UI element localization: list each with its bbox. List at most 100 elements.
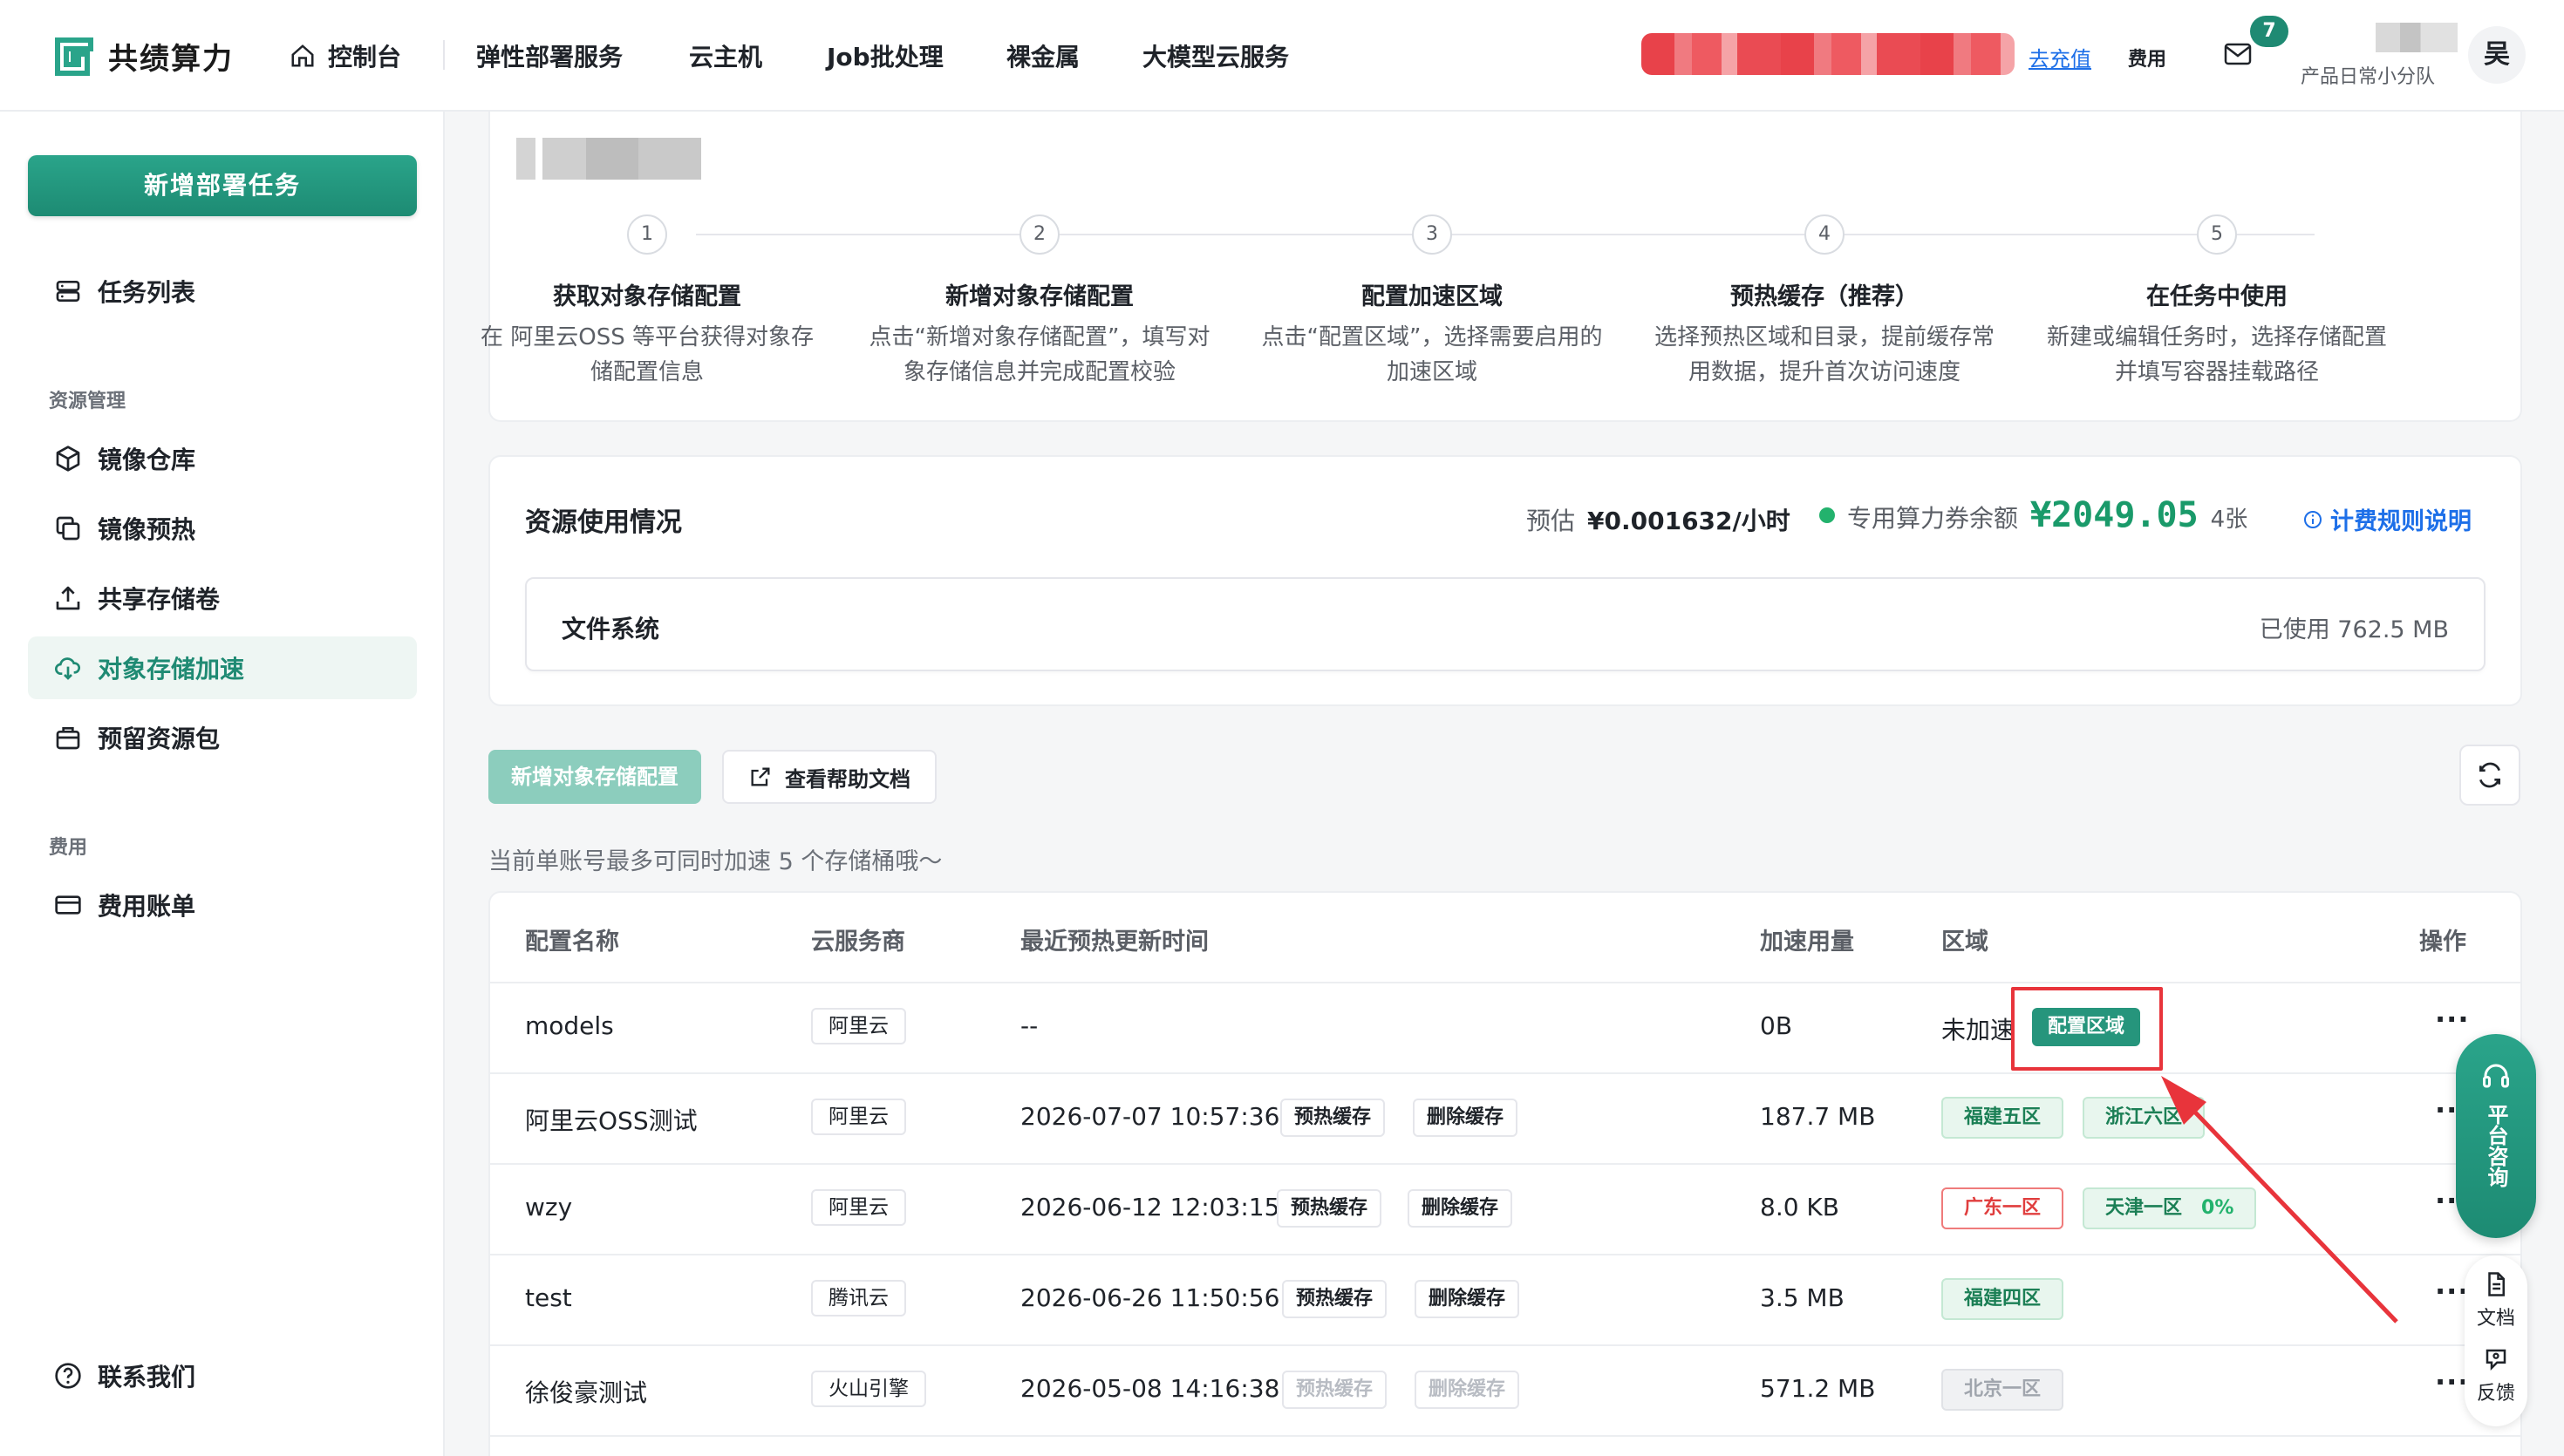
estimate-label: 预估: [1526, 507, 1576, 535]
warm-cache-button[interactable]: 预热缓存: [1282, 1280, 1388, 1318]
sidebar-item-shared-volume[interactable]: 共享存储卷: [28, 567, 417, 629]
sidebar-item-image-registry[interactable]: 镜像仓库: [28, 427, 417, 490]
sidebar-group-resource: 资源管理: [49, 391, 126, 412]
sidebar-item-label: 对象存储加速: [98, 655, 245, 684]
annotation-highlight-box: [2011, 987, 2163, 1071]
coupon-balance: 专用算力券余额 ¥2049.05 4张: [1819, 495, 2247, 535]
step-title: 预热缓存（推荐）: [1730, 283, 1919, 310]
headset-icon: [2483, 1064, 2509, 1088]
nav-fee-link[interactable]: 费用: [2128, 44, 2166, 71]
redacted-username: [2376, 23, 2458, 52]
platform-consult-button[interactable]: 平台咨询: [2456, 1034, 2536, 1238]
vendor-tag: 火山引擎: [811, 1371, 926, 1407]
col-header-name: 配置名称: [525, 929, 619, 956]
cell-name: wzy: [525, 1193, 573, 1221]
upload-icon: [56, 586, 80, 610]
new-deploy-task-button[interactable]: 新增部署任务: [28, 155, 417, 216]
col-header-usage: 加速用量: [1760, 929, 1854, 956]
step-title: 获取对象存储配置: [553, 283, 741, 310]
step-5: 5 在任务中使用 新建或编辑任务时，选择存储配置并填写容器挂载路径: [2034, 214, 2400, 390]
warm-cache-button[interactable]: 预热缓存: [1280, 1099, 1386, 1137]
user-avatar[interactable]: 吴: [2468, 26, 2526, 84]
billing-rules-link[interactable]: 计费规则说明: [2302, 502, 2472, 536]
help-doc-button[interactable]: 查看帮助文档: [722, 750, 937, 804]
redacted-balance: [1641, 33, 2015, 75]
billing-rules-label: 计费规则说明: [2330, 508, 2472, 535]
team-name[interactable]: 产品日常小分队: [2301, 61, 2435, 89]
package-icon: [56, 727, 80, 750]
resource-usage-card: 资源使用情况 预估 ¥0.001632/小时 专用算力券余额 ¥2049.05 4…: [488, 455, 2522, 706]
vendor-tag: 腾讯云: [811, 1280, 906, 1317]
cube-icon: [56, 446, 80, 472]
sidebar-item-label: 联系我们: [98, 1363, 196, 1391]
delete-cache-button[interactable]: 删除缓存: [1408, 1189, 1513, 1228]
step-number: 3: [1412, 214, 1452, 255]
nav-elastic-deploy[interactable]: 弹性部署服务: [476, 38, 623, 73]
vendor-tag: 阿里云: [811, 1189, 906, 1226]
step-title: 在任务中使用: [2146, 283, 2288, 310]
step-3: 3 配置加速区域 点击“配置区域”，选择需要启用的加速区域: [1249, 214, 1615, 390]
coupon-label: 专用算力券余额: [1847, 504, 2019, 533]
delete-cache-button[interactable]: 删除缓存: [1415, 1280, 1520, 1318]
cell-usage: 3.5 MB: [1760, 1283, 1845, 1312]
consult-label: 平台咨询: [2484, 1104, 2508, 1187]
cell-name: 徐俊豪测试: [525, 1378, 648, 1407]
nav-llm-service[interactable]: 大模型云服务: [1142, 38, 1289, 73]
bucket-limit-hint: 当前单账号最多可同时加速 5 个存储桶哦～: [488, 848, 943, 875]
more-actions-icon[interactable]: ···: [2435, 1003, 2469, 1036]
filesystem-label: 文件系统: [562, 615, 660, 643]
document-icon: [2488, 1272, 2505, 1296]
warm-cache-button[interactable]: 预热缓存: [1277, 1189, 1382, 1228]
refresh-button[interactable]: [2459, 745, 2520, 806]
step-title: 新增对象存储配置: [945, 283, 1134, 310]
step-number: 4: [1804, 214, 1845, 255]
cell-usage: 571.2 MB: [1760, 1374, 1876, 1403]
cell-name: 阿里云OSS测试: [525, 1106, 698, 1135]
home-icon: [291, 44, 314, 67]
sidebar-item-reserved-package[interactable]: 预留资源包: [28, 706, 417, 769]
mail-icon[interactable]: [2224, 42, 2252, 66]
refresh-icon: [2479, 762, 2500, 788]
help-doc-label: 查看帮助文档: [785, 766, 910, 792]
delete-cache-button[interactable]: 删除缓存: [1415, 1371, 1520, 1409]
region-tag: 广东一区: [1941, 1187, 2064, 1229]
estimate-value: ¥0.001632/小时: [1587, 507, 1790, 535]
sidebar-item-label: 镜像预热: [98, 515, 196, 544]
nav-console[interactable]: 控制台: [290, 38, 401, 73]
new-storage-config-button[interactable]: 新增对象存储配置: [488, 750, 701, 804]
floating-toolbar: 文档 反馈: [2465, 1255, 2527, 1426]
usage-title: 资源使用情况: [525, 507, 682, 538]
sidebar-item-object-storage-accel[interactable]: 对象存储加速: [28, 636, 417, 699]
sidebar-item-contact[interactable]: 联系我们: [28, 1344, 417, 1407]
region-tag: 福建四区: [1941, 1278, 2064, 1320]
feedback-icon: [2486, 1349, 2506, 1371]
redacted-title: [516, 138, 701, 180]
sidebar-item-image-warmup[interactable]: 镜像预热: [28, 497, 417, 560]
col-header-region: 区域: [1941, 929, 1988, 956]
brand-logo[interactable]: 共绩算力: [54, 35, 234, 78]
help-circle-icon: [55, 1363, 81, 1389]
sidebar-item-bill[interactable]: 费用账单: [28, 874, 417, 936]
table-row: 徐俊豪测试 火山引擎 2026-05-08 14:16:38 预热缓存 删除缓存…: [490, 1346, 2520, 1437]
sidebar-item-task-list[interactable]: 任务列表: [28, 260, 417, 323]
warm-cache-button[interactable]: 预热缓存: [1282, 1371, 1388, 1409]
nav-bare-metal[interactable]: 裸金属: [1006, 38, 1080, 73]
cell-usage: 0B: [1760, 1011, 1793, 1040]
filesystem-used: 已使用 762.5 MB: [2259, 616, 2449, 643]
step-number: 5: [2197, 214, 2237, 255]
external-link-icon: [751, 767, 770, 786]
feedback-shortcut[interactable]: 反馈: [2465, 1346, 2527, 1405]
doc-shortcut[interactable]: 文档: [2465, 1271, 2527, 1330]
sidebar-item-label: 费用账单: [98, 892, 196, 921]
col-header-vendor: 云服务商: [811, 929, 905, 956]
delete-cache-button[interactable]: 删除缓存: [1413, 1099, 1518, 1137]
cell-warm-time: 2026-05-08 14:16:38: [1020, 1374, 1280, 1403]
nav-cloud-host[interactable]: 云主机: [689, 38, 762, 73]
cell-name: test: [525, 1283, 572, 1312]
doc-label: 文档: [2476, 1308, 2515, 1330]
region-tag: 北京一区: [1941, 1369, 2064, 1411]
cell-warm-time: 2026-07-07 10:57:36: [1020, 1102, 1280, 1131]
region-tag: 福建五区: [1941, 1097, 2064, 1139]
nav-job-batch[interactable]: Job批处理: [827, 38, 944, 73]
recharge-link[interactable]: 去充值: [2029, 42, 2091, 72]
